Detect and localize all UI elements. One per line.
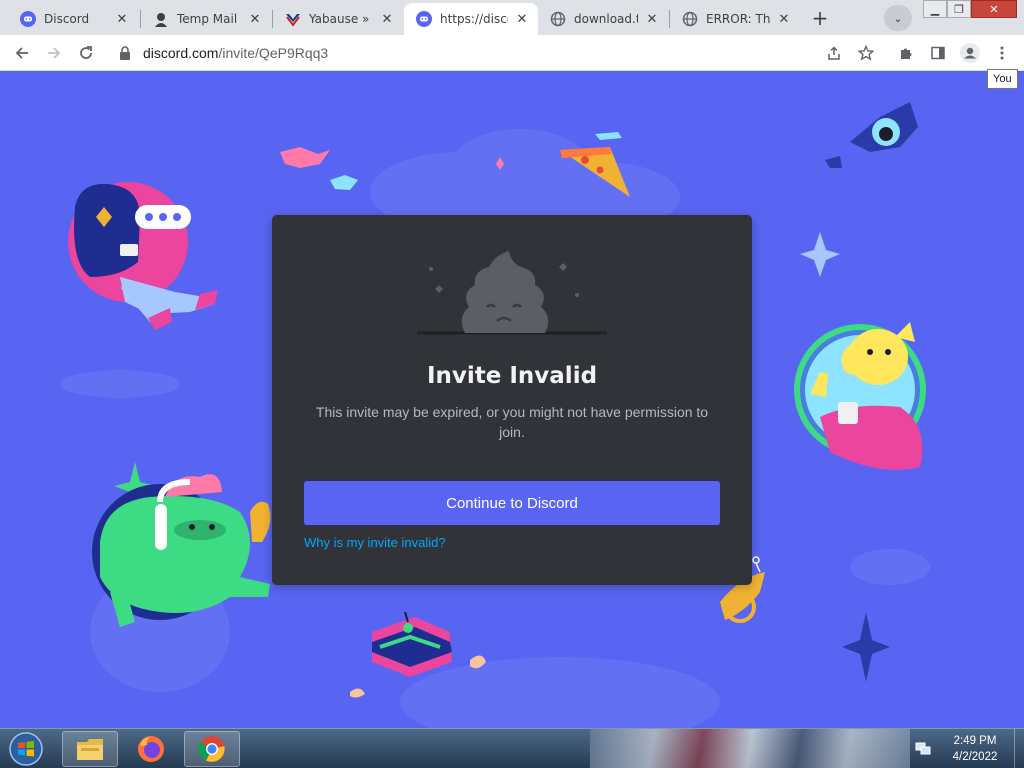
close-tab-icon[interactable]: ✕ (114, 11, 130, 27)
invite-description: This invite may be expired, or you might… (315, 404, 709, 440)
reload-button[interactable] (72, 39, 100, 67)
windows-explorer-icon (77, 739, 103, 760)
tab-title: Discord (44, 12, 90, 26)
tab-yabause[interactable]: Yabause » Do ✕ (273, 3, 403, 35)
hooded-character-illustration (68, 182, 218, 330)
forward-button[interactable] (40, 39, 68, 67)
restore-button[interactable]: ❐ (947, 0, 971, 18)
address-bar[interactable]: discord.com/invite/QeP9Rqq3 (107, 38, 887, 68)
tab-title: Yabause » Do (309, 12, 373, 26)
taskbar-firefox[interactable] (123, 731, 179, 767)
puzzle-icon (901, 48, 912, 59)
why-invalid-link[interactable]: Why is my invite invalid? (304, 535, 446, 550)
back-button[interactable] (8, 39, 36, 67)
tab-download[interactable]: download.tu ✕ (538, 3, 668, 35)
continue-to-discord-button[interactable]: Continue to Discord (304, 481, 720, 525)
taskbar-explorer[interactable] (62, 731, 118, 767)
windows-logo-icon (9, 732, 43, 766)
share-button[interactable] (820, 39, 848, 67)
tab-temp-mail[interactable]: Temp Mail - ✕ (141, 3, 271, 35)
wallpaper-peek (590, 729, 910, 768)
close-tab-icon[interactable]: ✕ (379, 11, 395, 27)
tab-search-button[interactable]: ⌄ (884, 5, 912, 31)
window-close-button[interactable]: ✕ (971, 0, 1017, 18)
tab-title: ERROR: The (706, 12, 770, 26)
tab-title: https://disco (440, 12, 508, 26)
chevron-down-icon: ⌄ (893, 11, 903, 25)
new-tab-button[interactable]: + (806, 5, 834, 31)
star-icon (858, 45, 874, 61)
close-tab-icon[interactable]: ✕ (776, 11, 792, 27)
window-controls: ▁ ❐ ✕ (923, 0, 1017, 18)
poop-icon (417, 251, 607, 335)
windows-taskbar: 2:49 PM 4/2/2022 (0, 728, 1024, 768)
tab-title: download.tu (574, 12, 638, 26)
discord-invite-page: Invite Invalid This invite may be expire… (0, 72, 1024, 728)
reload-icon (80, 46, 92, 59)
lock-icon (119, 45, 133, 61)
kebab-menu-icon (1000, 46, 1004, 60)
arrow-left-icon (15, 47, 28, 59)
taskbar-chrome[interactable] (184, 731, 240, 767)
profile-icon (960, 43, 980, 63)
close-tab-icon[interactable]: ✕ (247, 11, 263, 27)
chrome-icon (198, 736, 225, 762)
clock-date: 4/2/2022 (952, 751, 998, 763)
url-path: /invite/QeP9Rqq3 (218, 45, 329, 61)
tab-discord[interactable]: Discord ✕ (8, 3, 138, 35)
url-text: discord.com/invite/QeP9Rqq3 (143, 45, 328, 61)
invite-title: Invite Invalid (426, 363, 598, 389)
menu-button[interactable] (988, 39, 1016, 67)
share-icon (828, 46, 840, 60)
tab-error[interactable]: ERROR: The ✕ (670, 3, 800, 35)
url-domain: discord.com (143, 45, 219, 61)
green-character-illustration (92, 474, 271, 627)
tab-strip: Discord ✕ Temp Mail - ✕ Yabause » Do ✕ h… (0, 0, 1024, 35)
discord-icon (20, 11, 36, 27)
tab-discord-invite[interactable]: https://disco ✕ (404, 3, 538, 35)
firefox-icon (138, 736, 164, 762)
side-panel-button[interactable] (924, 39, 952, 67)
temp-mail-icon (153, 11, 169, 27)
bookmark-button[interactable] (852, 39, 880, 67)
tab-title: Temp Mail - (177, 12, 241, 26)
discord-icon (416, 11, 432, 27)
browser-toolbar: discord.com/invite/QeP9Rqq3 (0, 35, 1024, 71)
clock-time: 2:49 PM (953, 735, 997, 747)
system-clock[interactable]: 2:49 PM 4/2/2022 (940, 733, 1010, 765)
profile-button[interactable] (956, 39, 984, 67)
network-icon[interactable] (914, 741, 932, 757)
close-tab-icon[interactable]: ✕ (644, 11, 660, 27)
show-desktop-button[interactable] (1014, 729, 1024, 768)
globe-icon (682, 11, 698, 27)
invite-card: Invite Invalid This invite may be expire… (272, 215, 752, 585)
extensions-button[interactable] (892, 39, 920, 67)
yellow-character-illustration (794, 322, 926, 470)
globe-icon (550, 11, 566, 27)
close-tab-icon[interactable]: ✕ (514, 11, 530, 27)
side-panel-icon (931, 46, 945, 60)
yabause-icon (285, 11, 301, 27)
minimize-button[interactable]: ▁ (923, 0, 947, 18)
arrow-right-icon (48, 47, 61, 59)
profile-tooltip: You (987, 69, 1018, 89)
start-button[interactable] (4, 731, 48, 767)
